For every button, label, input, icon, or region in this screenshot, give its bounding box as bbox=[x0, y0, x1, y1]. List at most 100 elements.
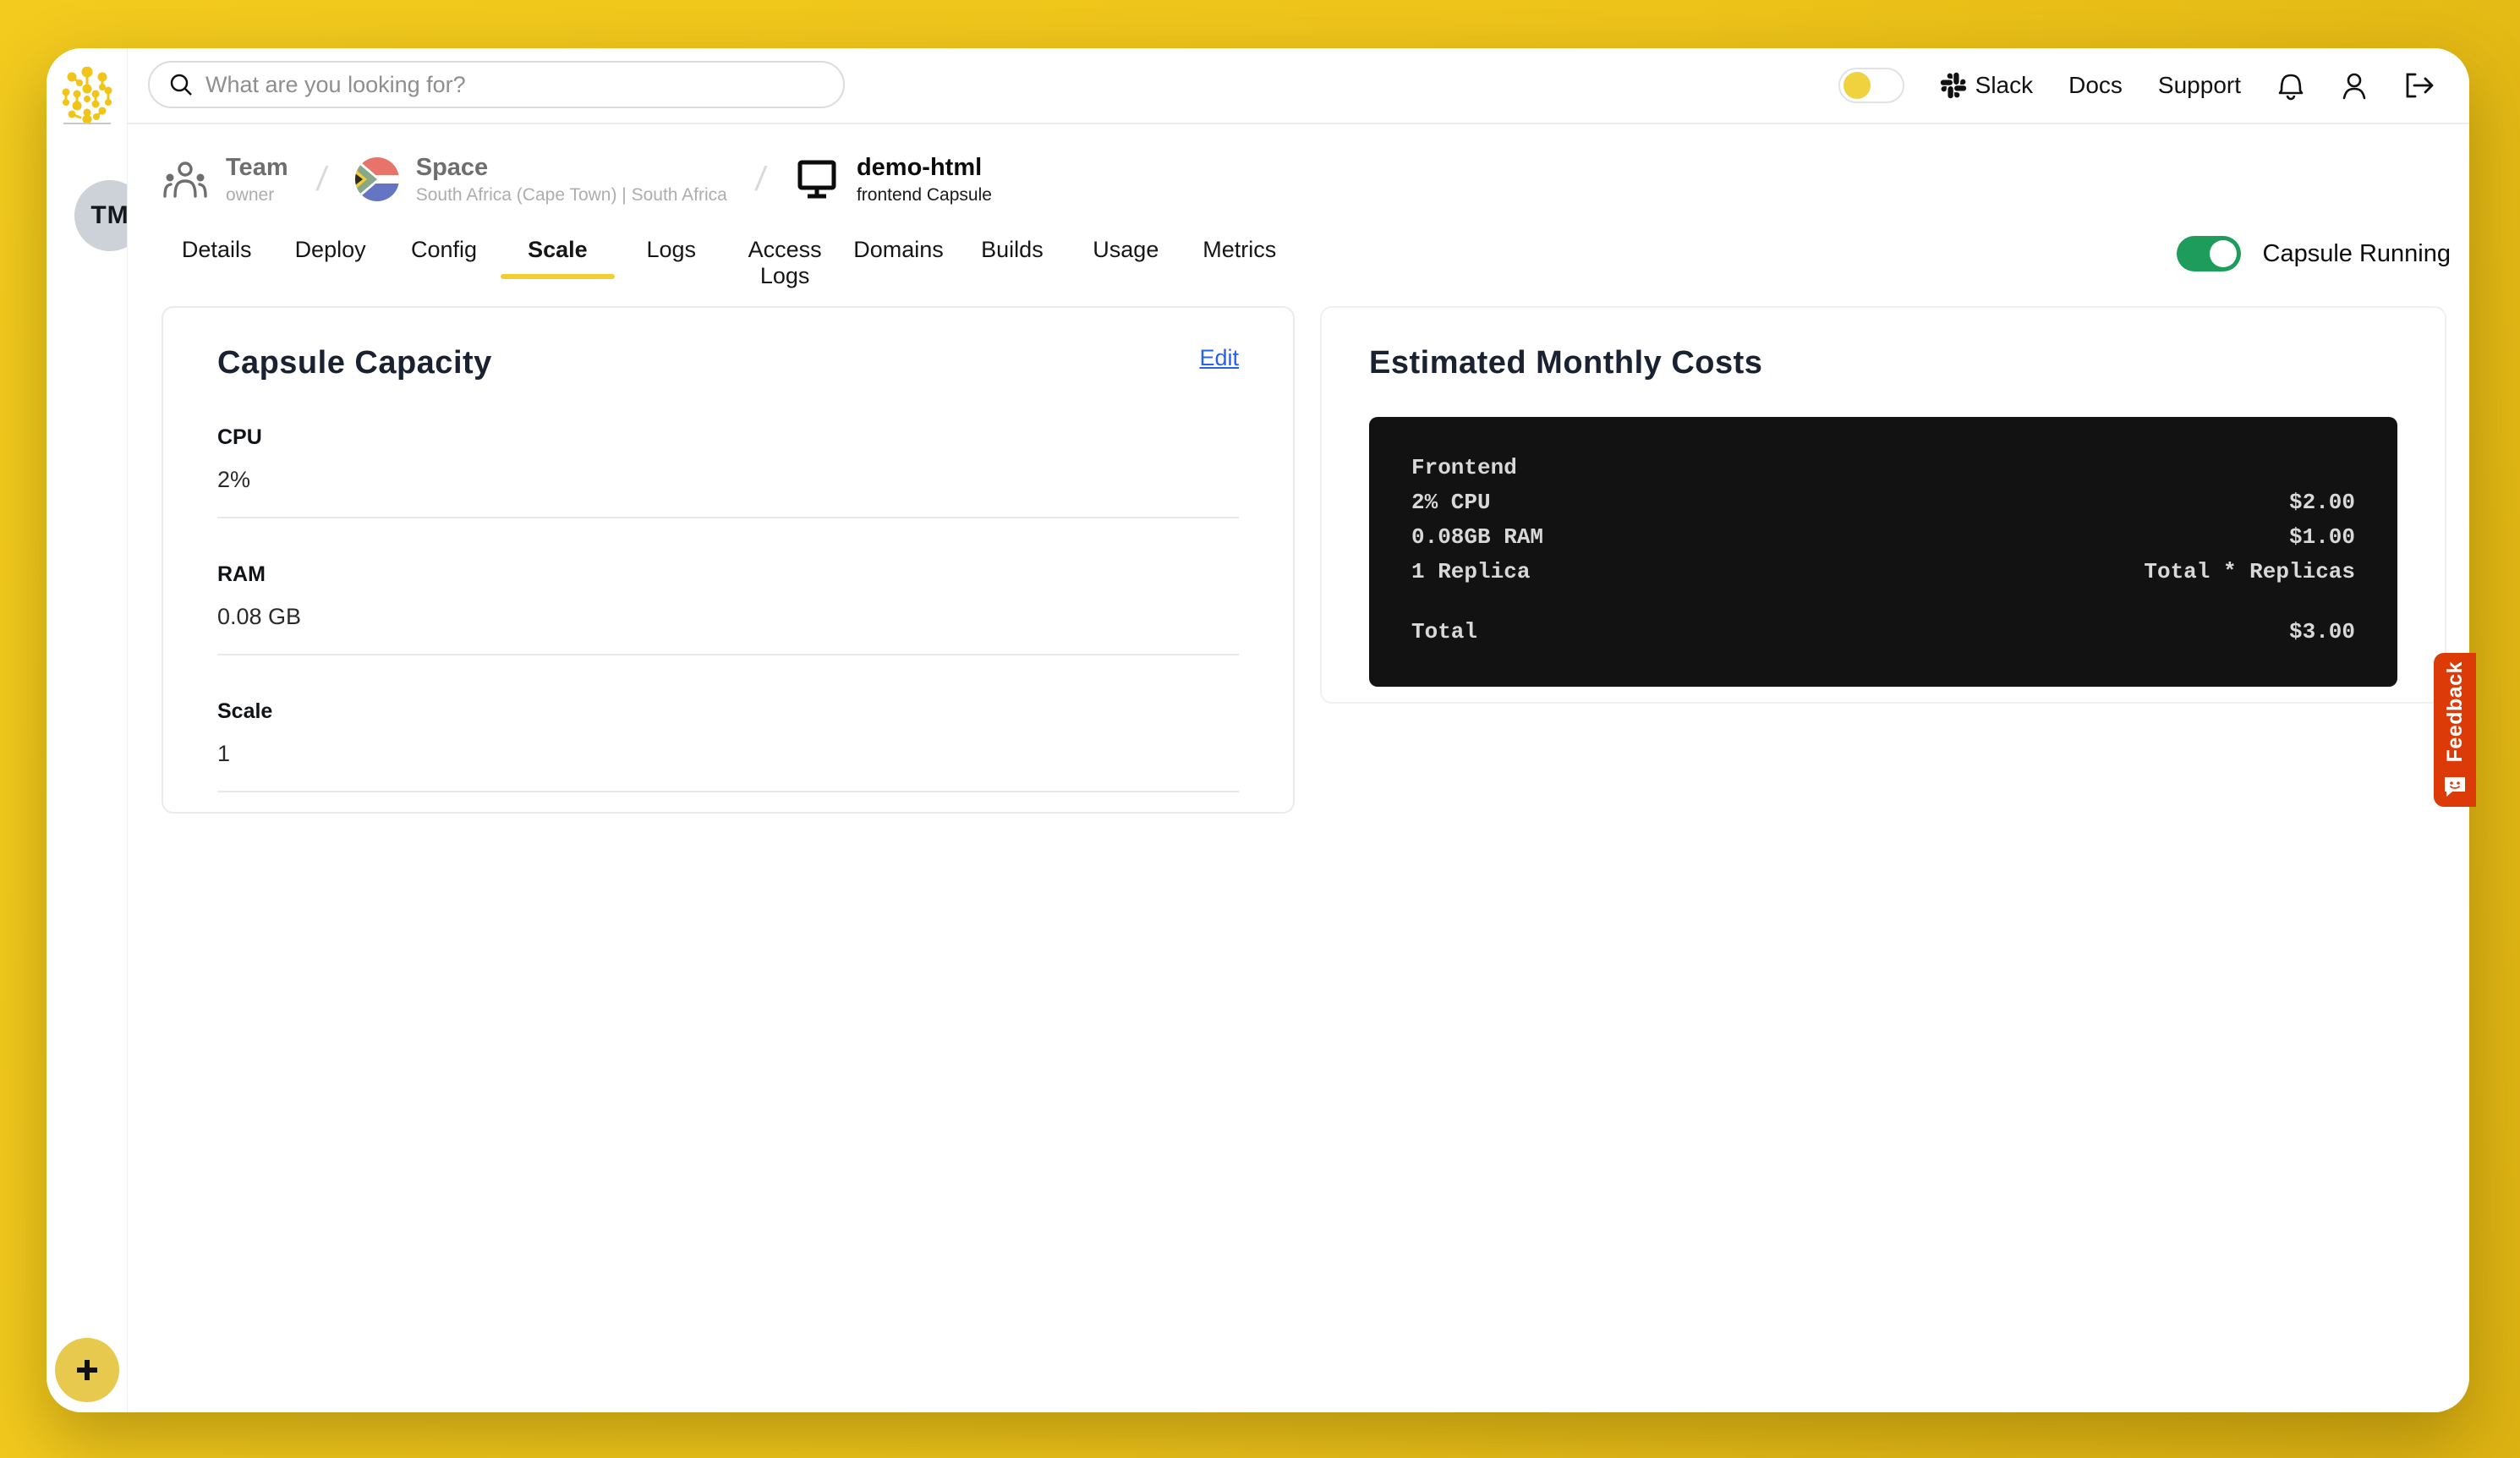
team-icon bbox=[162, 156, 209, 203]
plus-icon bbox=[74, 1357, 100, 1383]
tab-deploy[interactable]: Deploy bbox=[273, 230, 386, 279]
tab-label: Metrics bbox=[1202, 237, 1276, 262]
cost-value: Total * Replicas bbox=[2144, 555, 2355, 589]
capacity-row-cpu: CPU 2% bbox=[217, 425, 1239, 518]
feedback-button[interactable]: Feedback bbox=[2434, 653, 2476, 807]
tab-domains[interactable]: Domains bbox=[841, 230, 955, 279]
tab-scale[interactable]: Scale bbox=[501, 230, 614, 279]
tab-label: Builds bbox=[981, 237, 1044, 262]
feedback-smiley-icon bbox=[2442, 775, 2468, 798]
add-button[interactable] bbox=[55, 1338, 119, 1402]
team-avatar[interactable]: TM bbox=[69, 175, 127, 256]
capacity-row-label: CPU bbox=[217, 425, 1239, 450]
cost-value: $2.00 bbox=[2289, 485, 2355, 520]
tab-config[interactable]: Config bbox=[387, 230, 501, 279]
account-button[interactable] bbox=[2341, 70, 2368, 101]
active-tab-underline bbox=[501, 274, 614, 279]
breadcrumb: Team owner / bbox=[162, 143, 992, 216]
cost-value: $1.00 bbox=[2289, 520, 2355, 555]
tab-details[interactable]: Details bbox=[160, 230, 273, 279]
row-divider bbox=[217, 517, 1239, 518]
costs-row-cpu: 2% CPU $2.00 bbox=[1411, 485, 2355, 520]
capacity-row-value: 2% bbox=[217, 467, 1239, 493]
tab-label: Details bbox=[182, 237, 252, 262]
user-icon bbox=[2341, 70, 2368, 101]
capacity-row-value: 1 bbox=[217, 741, 1239, 767]
tab-label: Usage bbox=[1093, 237, 1159, 262]
breadcrumb-team-title: Team bbox=[226, 154, 288, 182]
notifications-button[interactable] bbox=[2276, 70, 2305, 101]
south-africa-flag-icon bbox=[355, 157, 399, 201]
nav-link-label: Support bbox=[2158, 72, 2241, 99]
breadcrumb-space-title: Space bbox=[416, 154, 727, 182]
capsule-running-toggle-knob bbox=[2210, 240, 2237, 267]
search-icon bbox=[168, 72, 194, 97]
breadcrumb-capsule-subtitle: frontend Capsule bbox=[857, 185, 992, 206]
breadcrumb-team[interactable]: Team owner bbox=[162, 154, 288, 206]
top-bar: Slack Docs Support bbox=[128, 48, 2469, 124]
tab-bar: Details Deploy Config Scale Logs Access … bbox=[160, 230, 1296, 279]
nav-link-label: Docs bbox=[2068, 72, 2123, 99]
tab-builds[interactable]: Builds bbox=[956, 230, 1069, 279]
nav-link-support[interactable]: Support bbox=[2158, 72, 2241, 99]
tab-logs[interactable]: Logs bbox=[615, 230, 728, 279]
capacity-card-title: Capsule Capacity bbox=[217, 345, 492, 381]
breadcrumb-space-subtitle: South Africa (Cape Town) | South Africa bbox=[416, 185, 727, 206]
capacity-row-scale: Scale 1 bbox=[217, 699, 1239, 792]
cost-label: 1 Replica bbox=[1411, 555, 1530, 589]
edit-capacity-link[interactable]: Edit bbox=[1199, 345, 1239, 371]
monitor-icon bbox=[794, 156, 840, 202]
capacity-row-label: RAM bbox=[217, 562, 1239, 587]
costs-group-row: Frontend bbox=[1411, 451, 2355, 485]
monthly-costs-card: Estimated Monthly Costs Frontend 2% CPU … bbox=[1320, 306, 2446, 704]
bell-icon bbox=[2276, 70, 2305, 101]
theme-toggle[interactable] bbox=[1838, 68, 1904, 103]
tab-label: Domains bbox=[853, 237, 944, 262]
row-divider bbox=[217, 791, 1239, 792]
theme-toggle-knob bbox=[1843, 72, 1871, 99]
tab-usage[interactable]: Usage bbox=[1069, 230, 1182, 279]
row-divider bbox=[217, 654, 1239, 655]
capacity-row-value: 0.08 GB bbox=[217, 604, 1239, 630]
sidebar-divider bbox=[63, 123, 111, 124]
capsule-running-label: Capsule Running bbox=[2263, 240, 2451, 268]
search-bar[interactable] bbox=[148, 61, 845, 108]
costs-row-ram: 0.08GB RAM $1.00 bbox=[1411, 520, 2355, 555]
cost-total-label: Total bbox=[1411, 615, 1477, 650]
logout-button[interactable] bbox=[2403, 71, 2435, 100]
tab-label: Scale bbox=[528, 237, 588, 262]
costs-total-row: Total $3.00 bbox=[1411, 615, 2355, 650]
costs-card-title: Estimated Monthly Costs bbox=[1369, 345, 1762, 381]
cost-label: 2% CPU bbox=[1411, 485, 1491, 520]
tab-access-logs[interactable]: Access Logs bbox=[728, 230, 841, 279]
tab-metrics[interactable]: Metrics bbox=[1183, 230, 1296, 279]
capsule-running-control: Capsule Running bbox=[2177, 236, 2451, 271]
nav-link-slack[interactable]: Slack bbox=[1940, 72, 2033, 99]
sidebar: TM bbox=[47, 48, 127, 1412]
feedback-label: Feedback bbox=[2443, 661, 2468, 762]
app-root: { "search": { "placeholder": "What are y… bbox=[0, 0, 2520, 1458]
breadcrumb-separator: / bbox=[314, 161, 328, 199]
breadcrumb-capsule[interactable]: demo-html frontend Capsule bbox=[794, 154, 992, 206]
costs-row-replica: 1 Replica Total * Replicas bbox=[1411, 555, 2355, 589]
tab-label: Deploy bbox=[295, 237, 366, 262]
costs-terminal: Frontend 2% CPU $2.00 0.08GB RAM $1.00 1… bbox=[1369, 417, 2397, 687]
avatar-initials: TM bbox=[90, 201, 127, 230]
search-input[interactable] bbox=[204, 71, 824, 99]
breadcrumb-team-subtitle: owner bbox=[226, 185, 288, 206]
breadcrumb-space[interactable]: Space South Africa (Cape Town) | South A… bbox=[355, 154, 727, 206]
capacity-row-ram: RAM 0.08 GB bbox=[217, 562, 1239, 655]
breadcrumb-capsule-title: demo-html bbox=[857, 154, 992, 182]
tab-label: Access Logs bbox=[748, 237, 822, 288]
tab-label: Logs bbox=[646, 237, 696, 262]
app-logo-icon[interactable] bbox=[62, 67, 112, 127]
content-area: Slack Docs Support bbox=[127, 48, 2469, 1412]
top-right-nav: Slack Docs Support bbox=[1838, 48, 2435, 123]
capsule-running-toggle[interactable] bbox=[2177, 236, 2241, 271]
logout-icon bbox=[2403, 71, 2435, 100]
breadcrumb-separator: / bbox=[753, 161, 768, 199]
main-panel: TM bbox=[47, 48, 2469, 1412]
cost-total-value: $3.00 bbox=[2289, 615, 2355, 650]
nav-link-docs[interactable]: Docs bbox=[2068, 72, 2123, 99]
tab-label: Config bbox=[411, 237, 477, 262]
